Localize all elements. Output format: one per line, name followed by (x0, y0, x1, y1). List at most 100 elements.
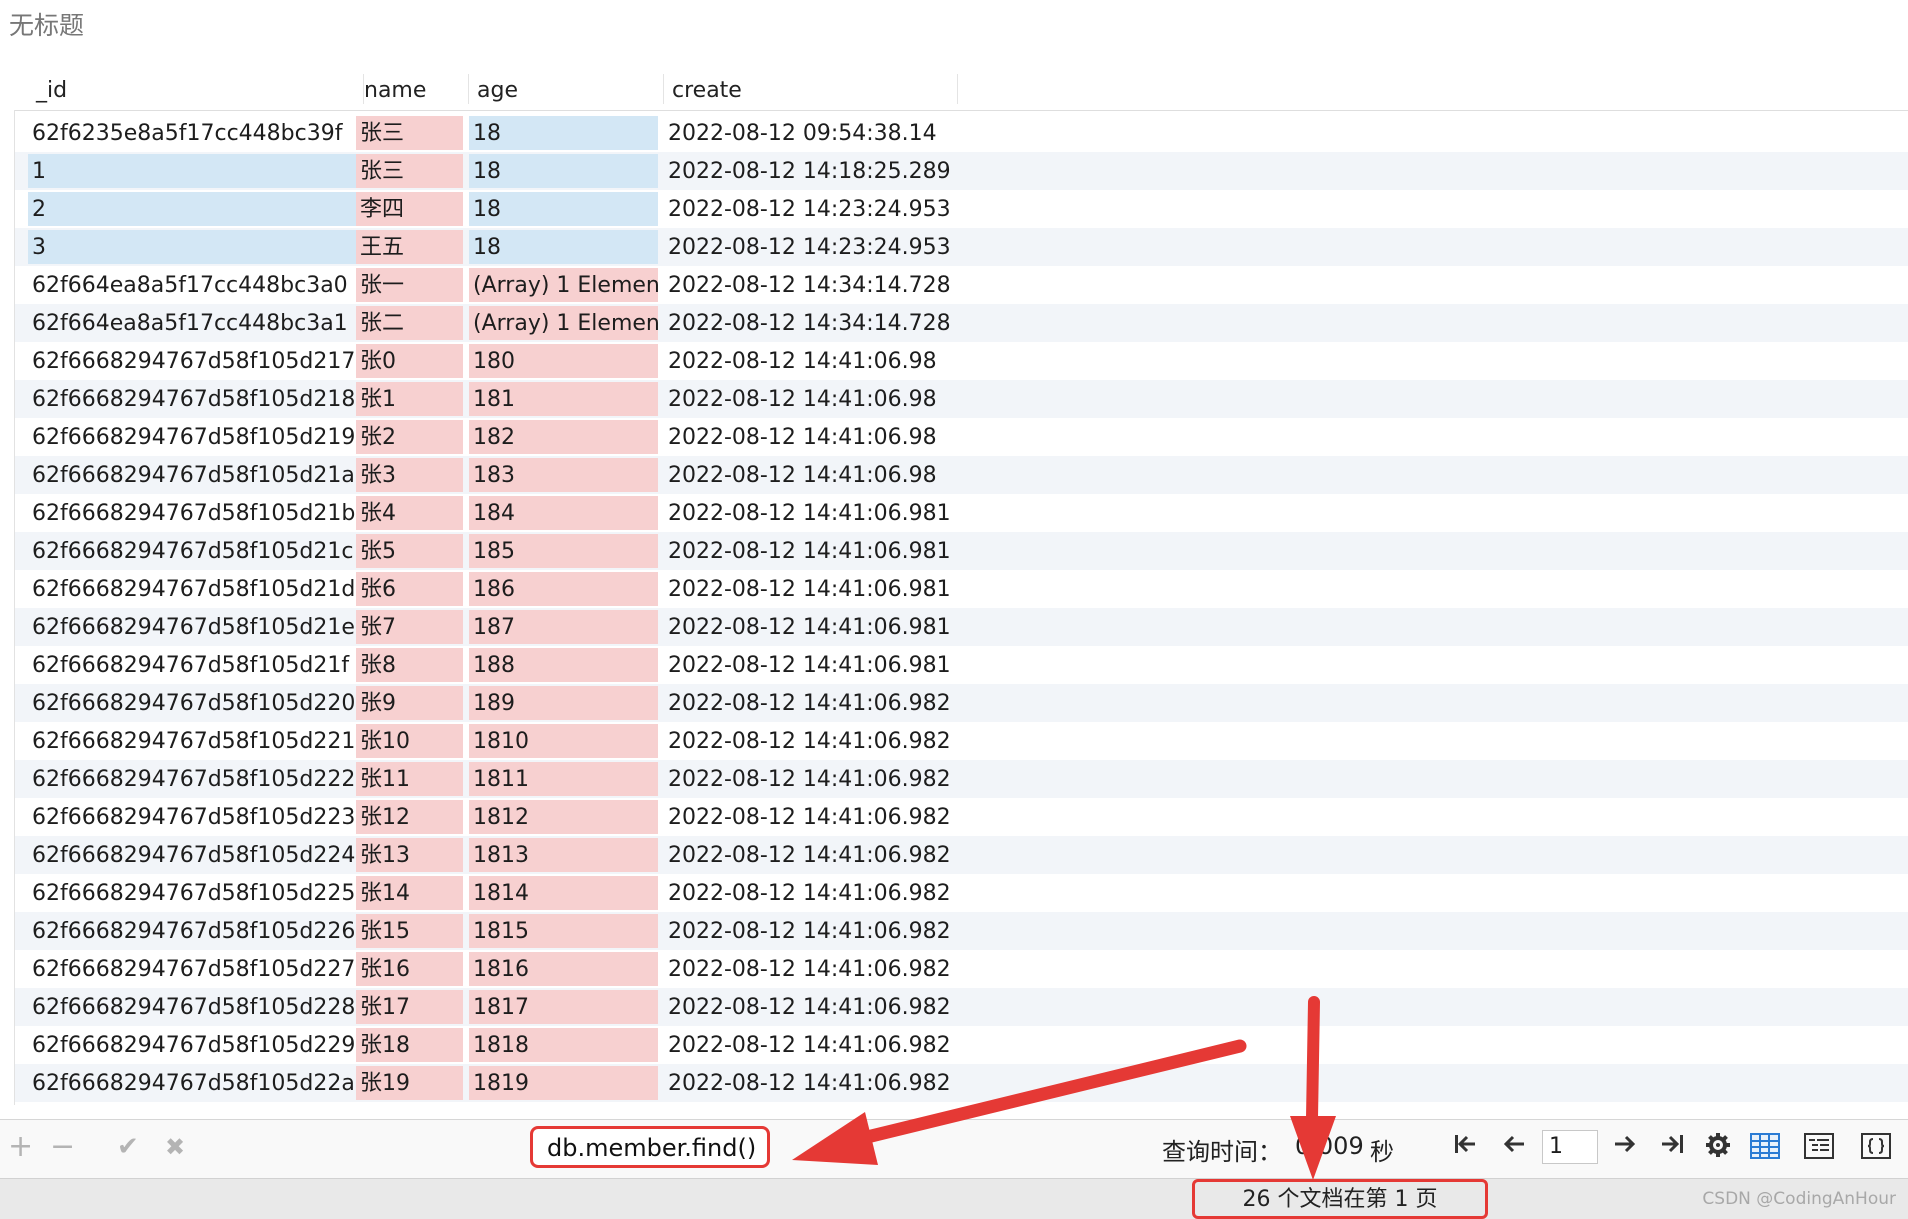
cell-age[interactable]: 188 (469, 648, 658, 682)
previous-page-icon[interactable] (1499, 1132, 1529, 1162)
apply-changes-icon[interactable]: ✔ (117, 1130, 139, 1164)
cell-create[interactable]: 2022-08-12 14:41:06.982 (664, 914, 964, 948)
next-page-icon[interactable] (1610, 1132, 1640, 1162)
json-view-icon[interactable] (1861, 1132, 1891, 1162)
cell-create[interactable]: 2022-08-12 14:41:06.982 (664, 762, 964, 796)
cell-id[interactable]: 62f6668294767d58f105d223 (28, 800, 364, 834)
cell-create[interactable]: 2022-08-12 14:18:25.289 (664, 154, 964, 188)
cell-name[interactable]: 张10 (356, 724, 463, 758)
cell-id[interactable]: 62f6668294767d58f105d226 (28, 914, 364, 948)
cell-age[interactable]: 1817 (469, 990, 658, 1024)
cell-create[interactable]: 2022-08-12 14:41:06.98 (664, 344, 964, 378)
grid-view-icon[interactable] (1750, 1132, 1780, 1162)
cell-id[interactable]: 62f6668294767d58f105d222 (28, 762, 364, 796)
table-row[interactable]: 2 李四 18 2022-08-12 14:23:24.953 (14, 190, 1908, 228)
table-row[interactable]: 62f6668294767d58f105d225 张14 1814 2022-08-1… (14, 874, 1908, 912)
cell-create[interactable]: 2022-08-12 14:41:06.98 (664, 382, 964, 416)
cell-age[interactable]: 1813 (469, 838, 658, 872)
cell-name[interactable]: 张一 (356, 268, 463, 302)
cell-age[interactable]: 1816 (469, 952, 658, 986)
cell-create[interactable]: 2022-08-12 14:41:06.98 (664, 420, 964, 454)
cell-create[interactable]: 2022-08-12 14:41:06.982 (664, 990, 964, 1024)
cell-create[interactable]: 2022-08-12 14:34:14.728 (664, 268, 964, 302)
cell-create[interactable]: 2022-08-12 14:41:06.982 (664, 686, 964, 720)
cell-id[interactable]: 62f6668294767d58f105d225 (28, 876, 364, 910)
cell-id[interactable]: 62f6668294767d58f105d21f (28, 648, 364, 682)
cell-name[interactable]: 张三 (356, 116, 463, 150)
column-header-create[interactable]: create (664, 66, 958, 110)
cell-id[interactable]: 62f664ea8a5f17cc448bc3a0 (28, 268, 364, 302)
table-row[interactable]: 62f6668294767d58f105d21d 张6 186 2022-08-12 … (14, 570, 1908, 608)
cell-name[interactable]: 张6 (356, 572, 463, 606)
cell-age[interactable]: 189 (469, 686, 658, 720)
cell-name[interactable]: 张3 (356, 458, 463, 492)
table-row[interactable]: 62f6668294767d58f105d22a 张19 1819 2022-08-1… (14, 1064, 1908, 1102)
cell-id[interactable]: 62f6668294767d58f105d218 (28, 382, 364, 416)
table-row[interactable]: 62f6668294767d58f105d217 张0 180 2022-08-12 … (14, 342, 1908, 380)
cell-age[interactable]: 182 (469, 420, 658, 454)
cell-create[interactable]: 2022-08-12 14:41:06.981 (664, 496, 964, 530)
tree-view-icon[interactable] (1804, 1132, 1834, 1162)
cell-age[interactable]: 18 (469, 192, 658, 226)
table-row[interactable]: 62f6668294767d58f105d224 张13 1813 2022-08-1… (14, 836, 1908, 874)
table-row[interactable]: 62f6668294767d58f105d220 张9 189 2022-08-12 … (14, 684, 1908, 722)
cell-age[interactable]: 1819 (469, 1066, 658, 1100)
cell-name[interactable]: 张12 (356, 800, 463, 834)
table-row[interactable]: 62f6668294767d58f105d228 张17 1817 2022-08-1… (14, 988, 1908, 1026)
settings-gear-icon[interactable] (1703, 1132, 1733, 1162)
cell-name[interactable]: 张0 (356, 344, 463, 378)
cell-age[interactable]: (Array) 1 Element (469, 268, 658, 302)
cell-age[interactable]: 1814 (469, 876, 658, 910)
cell-name[interactable]: 王五 (356, 230, 463, 264)
table-row[interactable]: 62f6668294767d58f105d229 张18 1818 2022-08-1… (14, 1026, 1908, 1064)
cell-age[interactable]: 1815 (469, 914, 658, 948)
table-row[interactable]: 62f6668294767d58f105d21c 张5 185 2022-08-12 … (14, 532, 1908, 570)
discard-changes-icon[interactable]: ✖ (165, 1130, 185, 1164)
cell-create[interactable]: 2022-08-12 14:23:24.953 (664, 192, 964, 226)
cell-name[interactable]: 张三 (356, 154, 463, 188)
table-row[interactable]: 3 王五 18 2022-08-12 14:23:24.953 (14, 228, 1908, 266)
cell-name[interactable]: 张13 (356, 838, 463, 872)
table-row[interactable]: 62f664ea8a5f17cc448bc3a1 张二 (Array) 1 Elem… (14, 304, 1908, 342)
table-row[interactable]: 62f664ea8a5f17cc448bc3a0 张一 (Array) 1 Elem… (14, 266, 1908, 304)
cell-name[interactable]: 张1 (356, 382, 463, 416)
add-document-icon[interactable]: + (8, 1130, 33, 1164)
cell-age[interactable]: 186 (469, 572, 658, 606)
cell-id[interactable]: 62f6668294767d58f105d220 (28, 686, 364, 720)
cell-name[interactable]: 张17 (356, 990, 463, 1024)
cell-name[interactable]: 张7 (356, 610, 463, 644)
cell-create[interactable]: 2022-08-12 14:41:06.98 (664, 458, 964, 492)
page-number-input[interactable]: 1 (1542, 1130, 1598, 1164)
cell-id[interactable]: 62f6668294767d58f105d221 (28, 724, 364, 758)
table-row[interactable]: 62f6668294767d58f105d218 张1 181 2022-08-12 … (14, 380, 1908, 418)
table-row[interactable]: 62f6668294767d58f105d226 张15 1815 2022-08-1… (14, 912, 1908, 950)
cell-id[interactable]: 62f6668294767d58f105d21a (28, 458, 364, 492)
cell-create[interactable]: 2022-08-12 14:41:06.981 (664, 648, 964, 682)
cell-name[interactable]: 张11 (356, 762, 463, 796)
cell-id[interactable]: 62f6668294767d58f105d21d (28, 572, 364, 606)
cell-id[interactable]: 62f6668294767d58f105d219 (28, 420, 364, 454)
cell-id[interactable]: 62f6668294767d58f105d224 (28, 838, 364, 872)
cell-age[interactable]: 18 (469, 230, 658, 264)
cell-age[interactable]: (Array) 1 Element (469, 306, 658, 340)
cell-create[interactable]: 2022-08-12 14:41:06.981 (664, 572, 964, 606)
cell-age[interactable]: 1810 (469, 724, 658, 758)
cell-id[interactable]: 1 (28, 154, 364, 188)
cell-id[interactable]: 62f6668294767d58f105d229 (28, 1028, 364, 1062)
cell-create[interactable]: 2022-08-12 14:34:14.728 (664, 306, 964, 340)
cell-create[interactable]: 2022-08-12 14:41:06.982 (664, 952, 964, 986)
cell-id[interactable]: 62f6668294767d58f105d228 (28, 990, 364, 1024)
cell-age[interactable]: 1818 (469, 1028, 658, 1062)
cell-name[interactable]: 张18 (356, 1028, 463, 1062)
cell-name[interactable]: 张4 (356, 496, 463, 530)
cell-name[interactable]: 张9 (356, 686, 463, 720)
cell-name[interactable]: 张二 (356, 306, 463, 340)
last-page-icon[interactable] (1658, 1132, 1688, 1162)
cell-id[interactable]: 62f6235e8a5f17cc448bc39f (28, 116, 364, 150)
cell-id[interactable]: 62f664ea8a5f17cc448bc3a1 (28, 306, 364, 340)
cell-id[interactable]: 2 (28, 192, 364, 226)
table-row[interactable]: 62f6668294767d58f105d21a 张3 183 2022-08-12 … (14, 456, 1908, 494)
cell-id[interactable]: 3 (28, 230, 364, 264)
cell-age[interactable]: 181 (469, 382, 658, 416)
table-row[interactable]: 62f6668294767d58f105d221 张10 1810 2022-08-1… (14, 722, 1908, 760)
